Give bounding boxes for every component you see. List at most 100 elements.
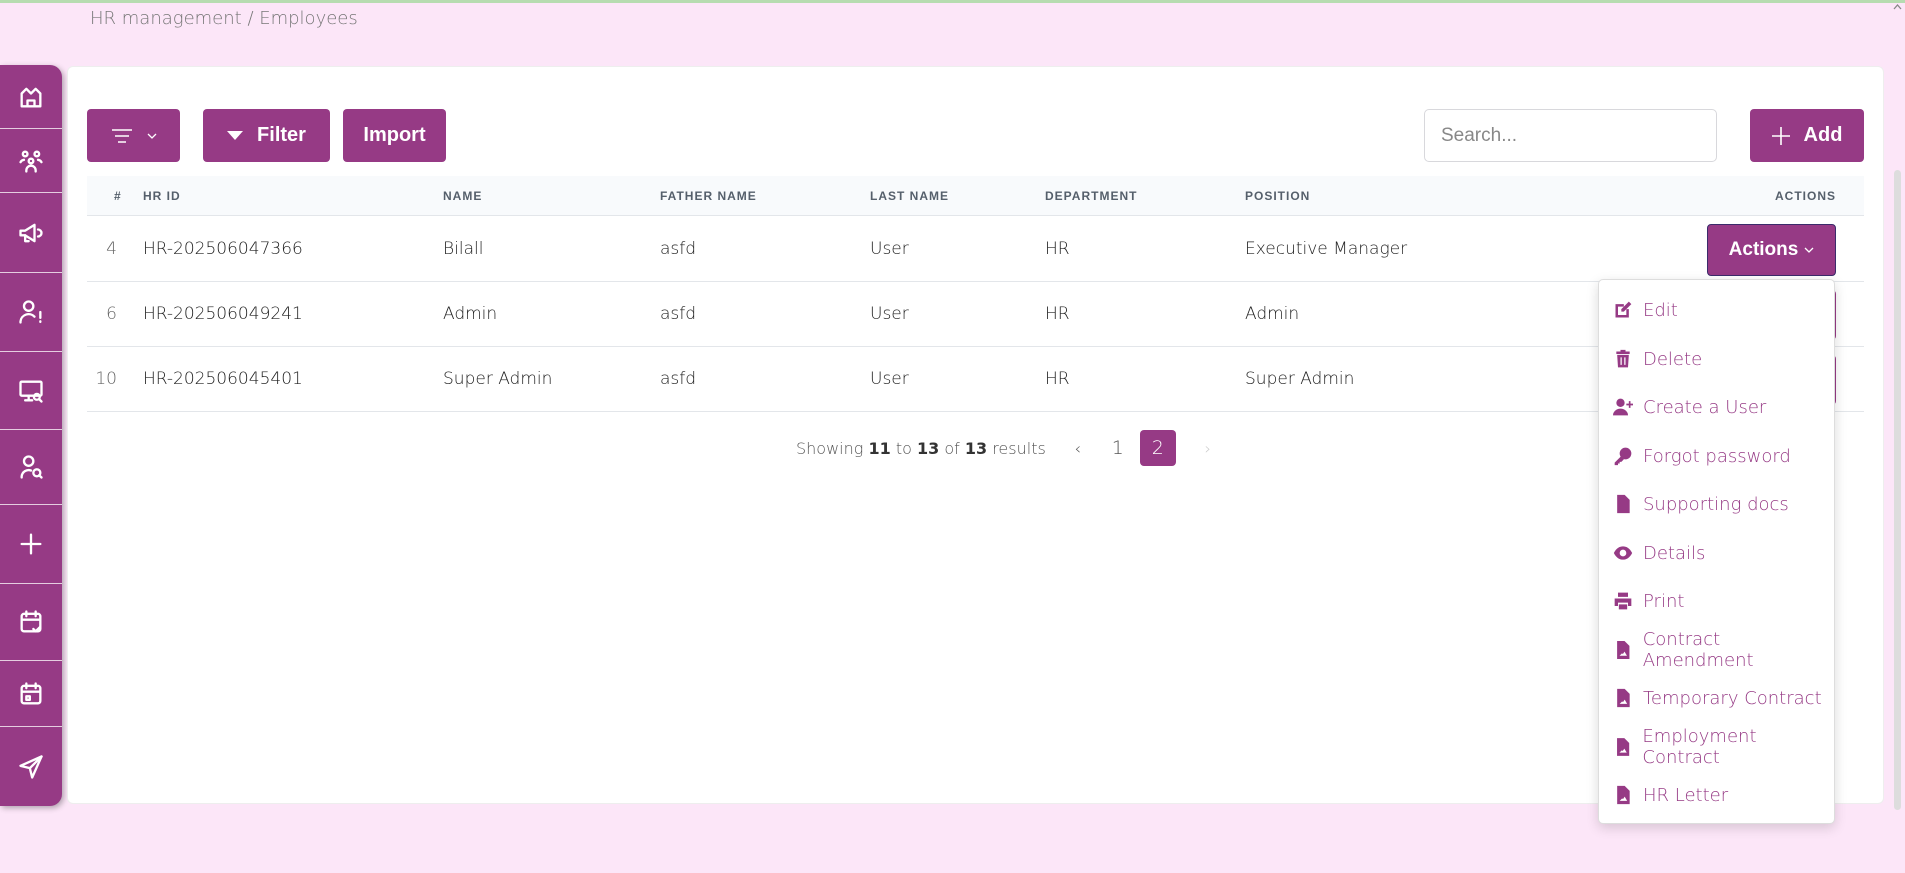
search-input[interactable] — [1424, 109, 1717, 162]
menu-label: Contract Amendment — [1642, 629, 1754, 671]
scrollbar-thumb[interactable] — [1894, 170, 1901, 810]
sidebar-item-announcements[interactable] — [0, 193, 62, 273]
cell-position: Executive Manager — [1245, 239, 1408, 259]
sidebar-item-monitor-search[interactable] — [0, 352, 62, 430]
calendar-check-icon — [20, 610, 42, 633]
pagination-summary: Showing 11 to 13 of 13 results — [796, 438, 1046, 458]
sidebar-item-add[interactable] — [0, 505, 62, 584]
header-hr-id: HR ID — [143, 189, 181, 203]
header-father-name: FATHER NAME — [660, 189, 757, 203]
scroll-up-arrow-icon — [1893, 4, 1902, 10]
menu-item-forgot-password[interactable]: Forgot password — [1613, 441, 1791, 471]
cell-father-name: asfd — [660, 304, 697, 324]
plus-icon — [1771, 126, 1790, 145]
menu-item-delete[interactable]: Delete — [1613, 344, 1702, 374]
page-scrollbar[interactable] — [1890, 0, 1905, 873]
filter-button[interactable]: Filter — [203, 109, 330, 162]
eye-icon — [1613, 546, 1633, 560]
actions-dropdown-menu: Edit Delete Create a User Forgot passwor… — [1598, 279, 1835, 824]
add-label: Add — [1803, 124, 1843, 146]
menu-item-supporting-docs[interactable]: Supporting docs — [1613, 489, 1789, 519]
sidebar-item-user-search[interactable] — [0, 430, 62, 505]
header-position: POSITION — [1245, 189, 1311, 203]
menu-item-print[interactable]: Print — [1613, 586, 1684, 616]
actions-label: Actions — [1728, 239, 1799, 260]
sidebar-item-home[interactable] — [0, 65, 62, 129]
file-image-icon — [1617, 688, 1630, 708]
prev-page-button[interactable]: ‹ — [1060, 430, 1096, 466]
cell-department: HR — [1045, 304, 1070, 324]
add-button[interactable]: Add — [1750, 109, 1864, 162]
header-last-name: LAST NAME — [870, 189, 949, 203]
print-icon — [1614, 592, 1632, 610]
menu-item-employment-contract[interactable]: Employment Contract — [1613, 726, 1834, 768]
menu-label: Employment Contract — [1642, 726, 1757, 768]
menu-item-contract-amendment[interactable]: Contract Amendment — [1613, 629, 1834, 671]
cell-name: Super Admin — [443, 369, 553, 389]
file-image-icon — [1617, 738, 1630, 756]
menu-item-temporary-contract[interactable]: Temporary Contract — [1613, 683, 1822, 713]
menu-label: Create a User — [1643, 396, 1767, 418]
sidebar — [0, 65, 62, 806]
sidebar-item-attendance[interactable] — [0, 584, 62, 661]
sidebar-item-calendar[interactable] — [0, 661, 62, 727]
cell-last-name: User — [870, 239, 909, 259]
next-page-button[interactable]: › — [1190, 430, 1226, 466]
cell-hr-id: HR-202506049241 — [143, 304, 303, 324]
header-actions: ACTIONS — [1775, 189, 1836, 203]
send-icon — [19, 754, 43, 779]
edit-icon — [1615, 301, 1632, 318]
menu-label: Delete — [1643, 348, 1703, 370]
import-button[interactable]: Import — [343, 109, 446, 162]
file-image-icon — [1617, 785, 1630, 805]
user-search-icon — [20, 455, 43, 479]
trash-icon — [1616, 349, 1630, 368]
column-menu-button[interactable] — [87, 109, 180, 162]
header-department: DEPARTMENT — [1045, 189, 1138, 203]
menu-label: Details — [1643, 542, 1706, 564]
plus-icon — [20, 533, 42, 555]
page-2-button[interactable]: 2 — [1139, 430, 1176, 466]
cell-name: Bilall — [443, 239, 484, 259]
menu-item-edit[interactable]: Edit — [1613, 295, 1678, 325]
page-1-button[interactable]: 1 — [1100, 430, 1136, 466]
cell-position: Admin — [1245, 304, 1300, 324]
users-group-icon — [19, 150, 43, 173]
cell-father-name: asfd — [660, 239, 697, 259]
header-name: NAME — [443, 189, 483, 203]
menu-item-details[interactable]: Details — [1613, 538, 1705, 568]
cell-hr-id: HR-202506045401 — [143, 369, 303, 389]
chevron-down-icon — [1804, 247, 1814, 253]
sidebar-item-send[interactable] — [0, 727, 62, 806]
cell-hr-id: HR-202506047366 — [143, 239, 303, 259]
menu-item-create-user[interactable]: Create a User — [1613, 392, 1766, 422]
file-icon — [1617, 494, 1630, 514]
chevron-down-icon — [147, 133, 156, 139]
calendar-icon — [20, 681, 42, 704]
user-plus-icon — [1613, 398, 1633, 416]
sidebar-item-employees[interactable] — [0, 129, 62, 193]
sidebar-item-user-alert[interactable] — [0, 273, 62, 352]
top-border — [0, 0, 1905, 3]
menu-label: Temporary Contract — [1643, 687, 1822, 709]
cell-name: Admin — [443, 304, 498, 324]
menu-item-hr-letter[interactable]: HR Letter — [1613, 780, 1728, 810]
cell-num: 6 — [106, 304, 117, 324]
menu-label: Forgot password — [1643, 445, 1791, 467]
breadcrumb: HR management / Employees — [90, 8, 358, 29]
menu-label: HR Letter — [1643, 784, 1729, 806]
row-actions-button[interactable]: Actions — [1707, 224, 1836, 276]
header-num: # — [114, 189, 122, 203]
megaphone-icon — [19, 223, 43, 242]
cell-position: Super Admin — [1245, 369, 1355, 389]
import-label: Import — [363, 124, 426, 146]
key-icon — [1614, 447, 1632, 466]
cell-num: 4 — [106, 239, 117, 259]
monitor-search-icon — [19, 380, 43, 403]
filter-label: Filter — [257, 124, 306, 146]
cell-last-name: User — [870, 304, 909, 324]
caret-down-icon — [227, 131, 244, 140]
pagination: Showing 11 to 13 of 13 results ‹ 1 2 › — [796, 430, 1226, 466]
menu-label: Supporting docs — [1643, 493, 1789, 515]
cell-father-name: asfd — [660, 369, 697, 389]
